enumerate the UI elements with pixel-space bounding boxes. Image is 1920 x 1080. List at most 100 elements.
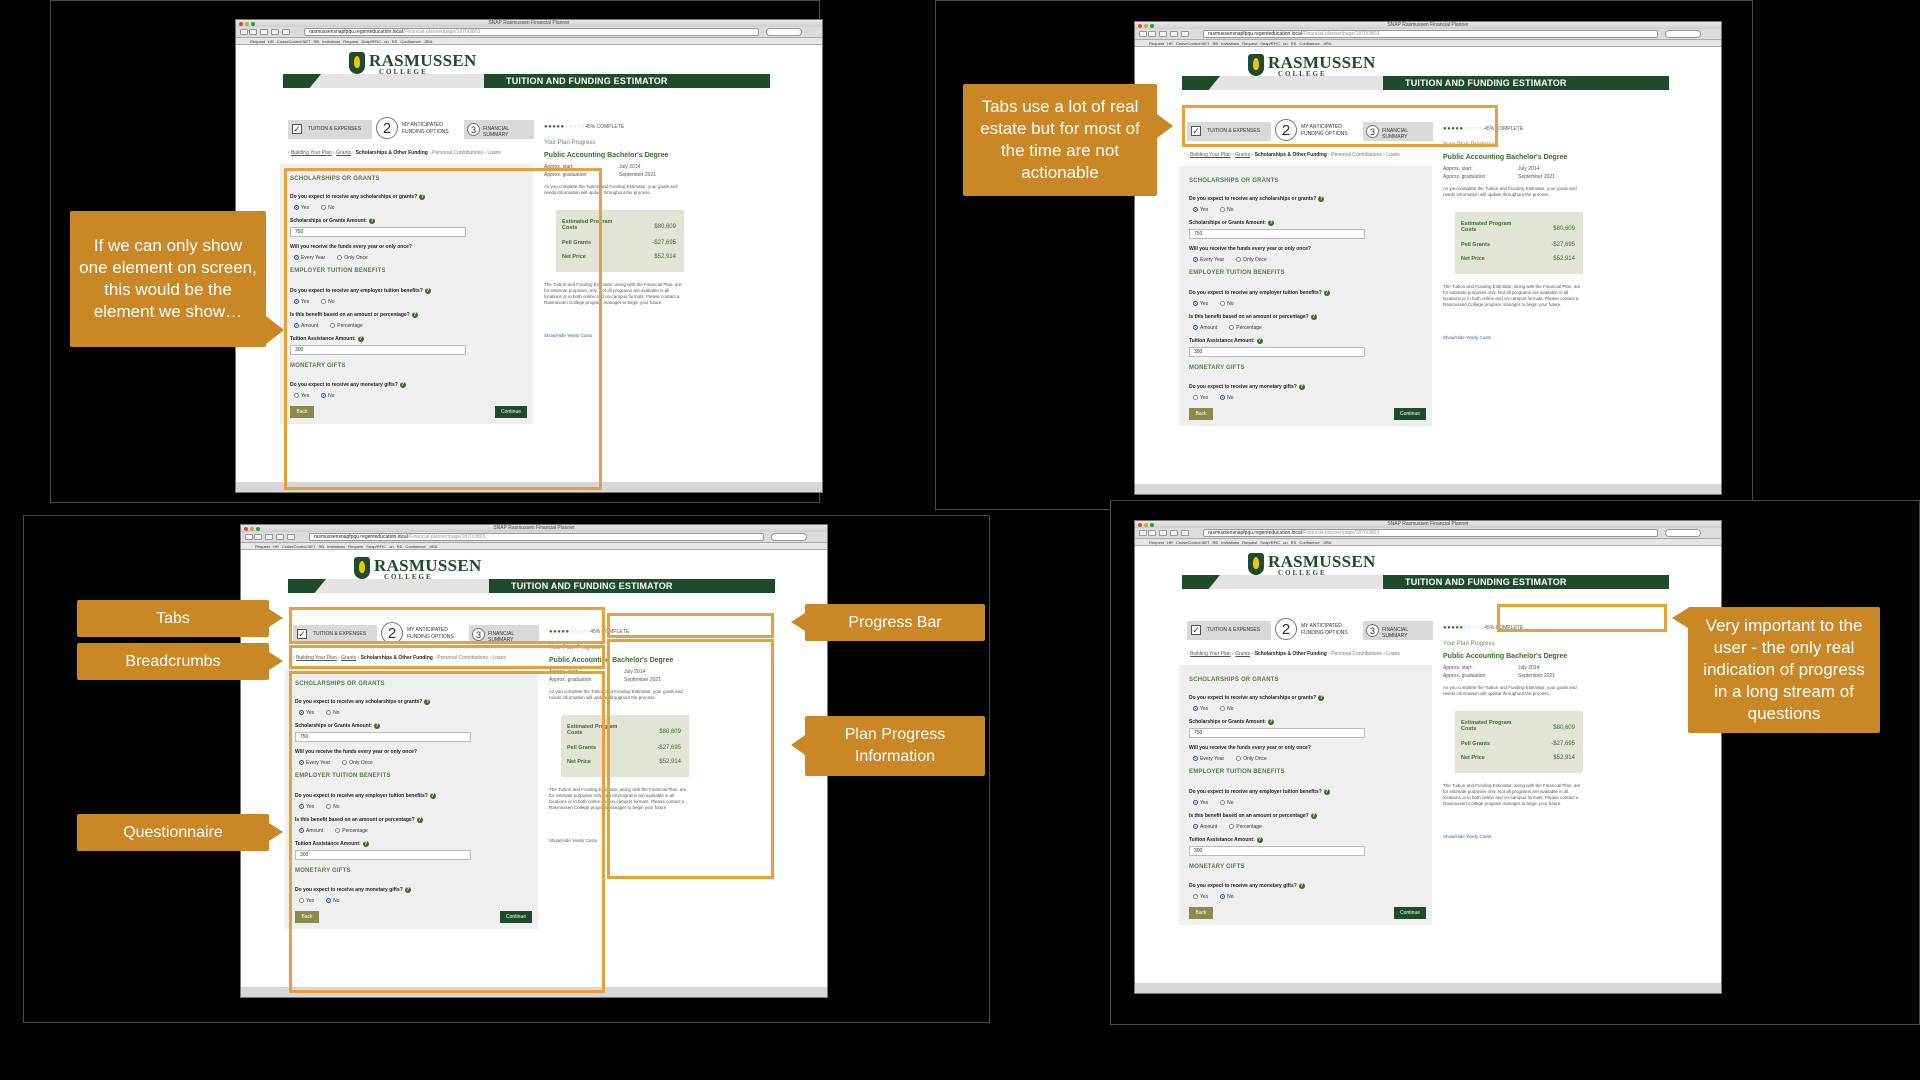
add-tab-button[interactable] [1181, 31, 1189, 37]
forward-nav-button[interactable] [1148, 31, 1156, 37]
bookmarks-bar[interactable]: Request HR CruiseControl.NET RB Invitati… [1135, 40, 1721, 47]
screenshot-top-right: SNAP Rasmussen Financial Planner rasmuss… [1135, 22, 1721, 494]
back-button[interactable]: Back [1189, 907, 1213, 919]
help-icon[interactable]: ? [1268, 220, 1275, 226]
help-icon[interactable]: ? [1310, 314, 1317, 320]
bookmarks-bar[interactable]: Request HR CruiseControl.NET RB Invitati… [241, 543, 827, 550]
callout-pointer [791, 613, 805, 631]
check-icon: ✓ [1191, 625, 1201, 635]
home-button[interactable] [265, 534, 273, 540]
crumb-grants[interactable]: Grants [1235, 651, 1250, 657]
questionnaire-highlight [284, 168, 602, 490]
forward-nav-button[interactable] [1148, 530, 1156, 536]
callout-tabs: Tabs [77, 600, 269, 637]
progress-bar-highlight [607, 613, 774, 638]
tab-financial-summary[interactable]: 3 FINANCIAL SUMMARY [1363, 621, 1433, 640]
show-hide-yearly-costs-link[interactable]: Show/Hide Yearly Costs [1443, 335, 1491, 340]
help-icon[interactable]: ? [1318, 695, 1325, 701]
back-nav-button[interactable] [1139, 31, 1147, 37]
window-title: SNAP Rasmussen Financial Planner [488, 20, 570, 26]
reload-button[interactable] [276, 534, 284, 540]
address-bar[interactable]: rasmussensnapfpqu.regenteducation.local/… [304, 28, 759, 36]
callout-pointer [269, 609, 283, 627]
forward-nav-button[interactable] [254, 534, 262, 540]
continue-button[interactable]: Continue [1394, 408, 1426, 420]
flame-icon [359, 561, 365, 573]
add-tab-button[interactable] [1181, 530, 1189, 536]
home-button[interactable] [260, 29, 268, 35]
search-field[interactable] [766, 28, 802, 36]
help-icon[interactable]: ? [1323, 290, 1330, 296]
logo-sub: COLLEGE [379, 68, 428, 76]
back-nav-button[interactable] [245, 534, 253, 540]
scholarship-amount-input[interactable]: 750 [1189, 728, 1365, 738]
progress-bar: ●●●●●○○○○○45% COMPLETE [544, 124, 625, 130]
header-title: TUITION AND FUNDING ESTIMATOR [506, 76, 668, 86]
reload-button[interactable] [1170, 31, 1178, 37]
callout-pointer [269, 652, 283, 670]
callout-progress-bar: Progress Bar [805, 604, 985, 641]
home-button[interactable] [1159, 530, 1167, 536]
tab-tuition-expenses[interactable]: ✓ TUITION & EXPENSES [288, 120, 372, 139]
bookmarks-bar[interactable]: Request HR CruiseControl.NET RB Invitati… [1135, 539, 1721, 546]
callout-questionnaire: Questionnaire [77, 814, 269, 851]
tuition-assistance-input[interactable]: 300 [1189, 846, 1365, 856]
home-button[interactable] [1159, 31, 1167, 37]
breadcrumb: ‹ Building Your Plan › Grants › Scholars… [1187, 152, 1400, 158]
callout-progress-importance: Very important to the user - the only re… [1688, 607, 1880, 733]
plan-info-highlight [607, 639, 774, 879]
crumb-grants[interactable]: Grants [1235, 152, 1250, 158]
bookmarks-bar[interactable]: Request HR CruiseControl.NET RB Invitati… [236, 38, 822, 45]
crumb-grants[interactable]: Grants [336, 150, 351, 156]
continue-button[interactable]: Continue [1394, 907, 1426, 919]
header-title: TUITION AND FUNDING ESTIMATOR [1405, 78, 1567, 88]
search-field[interactable] [1665, 30, 1701, 38]
add-tab-button[interactable] [287, 534, 295, 540]
tab-tuition-expenses[interactable]: ✓ TUITION & EXPENSES [1187, 621, 1271, 640]
tab-funding-options[interactable]: 2 MY ANTICIPATED FUNDING OPTIONS [372, 115, 464, 143]
callout-pointer [266, 316, 284, 344]
help-icon[interactable]: ? [1256, 338, 1263, 344]
forward-nav-button[interactable] [249, 29, 257, 35]
tuition-assistance-input[interactable]: 300 [1189, 347, 1365, 357]
header-title: TUITION AND FUNDING ESTIMATOR [511, 581, 673, 591]
cost-summary: Estimated Program Costs $80,609 Pell Gran… [1455, 711, 1583, 773]
address-bar[interactable]: rasmussensnapfpqu.regenteducation.local/… [1203, 30, 1658, 38]
logo-sub: COLLEGE [384, 573, 433, 581]
cost-summary: Estimated Program Costs $80,609 Pell Gran… [1455, 212, 1583, 274]
address-bar[interactable]: rasmussensnapfpqu.regenteducation.local/… [309, 533, 764, 541]
breadcrumbs-highlight [289, 645, 605, 669]
callout-pointer [791, 735, 805, 755]
help-icon[interactable]: ? [1298, 883, 1305, 889]
add-tab-button[interactable] [282, 29, 290, 35]
questionnaire-highlight [289, 671, 605, 993]
show-hide-yearly-costs-link[interactable]: Show/Hide Yearly Costs [1443, 834, 1491, 839]
search-field[interactable] [771, 533, 807, 541]
callout-breadcrumbs: Breadcrumbs [77, 643, 269, 680]
back-button[interactable]: Back [1189, 408, 1213, 420]
reload-button[interactable] [1170, 530, 1178, 536]
flame-icon [1253, 58, 1259, 70]
header-title: TUITION AND FUNDING ESTIMATOR [1405, 577, 1567, 587]
crumb-building-plan[interactable]: Building Your Plan [1190, 152, 1231, 158]
help-icon[interactable]: ? [1310, 813, 1317, 819]
scholarship-amount-input[interactable]: 750 [1189, 229, 1365, 239]
address-bar[interactable]: rasmussensnapfpqu.regenteducation.local/… [1203, 529, 1658, 537]
crumb-building-plan[interactable]: Building Your Plan [1190, 651, 1231, 657]
tab-financial-summary[interactable]: 3 FINANCIAL SUMMARY [464, 120, 534, 139]
logo-sub: COLLEGE [1278, 569, 1327, 577]
back-nav-button[interactable] [240, 29, 248, 35]
back-nav-button[interactable] [1139, 530, 1147, 536]
help-icon[interactable]: ? [1318, 196, 1325, 202]
callout-plan-info: Plan Progress Information [805, 716, 985, 776]
tab-funding-options[interactable]: 2 MY ANTICIPATED FUNDING OPTIONS [1271, 616, 1363, 644]
help-icon[interactable]: ? [1323, 789, 1330, 795]
reload-button[interactable] [271, 29, 279, 35]
breadcrumb: ‹ Building Your Plan › Grants › Scholars… [288, 150, 501, 156]
crumb-building-plan[interactable]: Building Your Plan [291, 150, 332, 156]
help-icon[interactable]: ? [1268, 719, 1275, 725]
help-icon[interactable]: ? [1298, 384, 1305, 390]
help-icon[interactable]: ? [1256, 837, 1263, 843]
search-field[interactable] [1665, 529, 1701, 537]
tabs-highlight [289, 607, 605, 644]
